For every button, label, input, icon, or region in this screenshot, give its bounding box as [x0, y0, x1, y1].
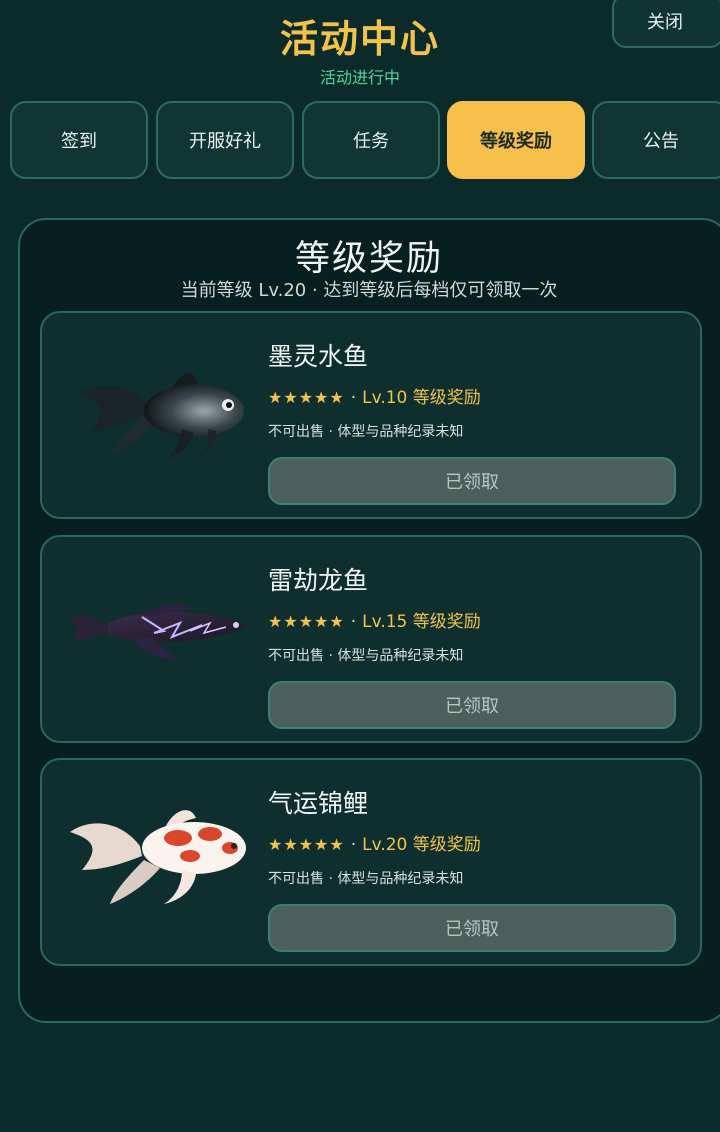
reward-level: Lv.15 等级奖励	[362, 612, 481, 632]
ink-fish-icon	[78, 372, 244, 459]
separator-dot: ·	[350, 612, 357, 632]
rarity-stars: ★★★★★	[268, 835, 345, 854]
reward-level-line: ★★★★★ · Lv.20 等级奖励	[268, 830, 481, 855]
tab-level-rewards[interactable]: 等级奖励	[447, 101, 585, 179]
separator-dot: ·	[350, 388, 357, 408]
fish-description: 不可出售 · 体型与品种纪录未知	[268, 871, 464, 887]
claimed-button[interactable]: 已领取	[268, 904, 676, 952]
separator-dot: ·	[350, 835, 357, 855]
panel-title: 等级奖励	[294, 239, 443, 279]
fish-name: 气运锦鲤	[268, 789, 369, 818]
rarity-stars: ★★★★★	[268, 388, 345, 407]
rarity-stars: ★★★★★	[268, 612, 345, 631]
tab-announcements[interactable]: 公告	[592, 101, 720, 179]
tab-sign-in[interactable]: 签到	[10, 101, 148, 179]
reward-level: Lv.10 等级奖励	[362, 388, 481, 408]
koi-fish-icon	[70, 810, 246, 904]
thunder-arowana-icon	[70, 604, 248, 659]
tab-bar: 签到 开服好礼 任务 等级奖励 公告	[10, 101, 720, 179]
reward-level-line: ★★★★★ · Lv.15 等级奖励	[268, 607, 481, 632]
fish-description: 不可出售 · 体型与品种纪录未知	[268, 424, 464, 440]
activity-status: 活动进行中	[319, 68, 400, 87]
reward-card: 雷劫龙鱼 ★★★★★ · Lv.15 等级奖励 不可出售 · 体型与品种纪录未知 已…	[40, 535, 702, 743]
tab-server-gifts[interactable]: 开服好礼	[156, 101, 294, 179]
panel-note: 当前等级 Lv.20 · 达到等级后每档仅可领取一次	[180, 280, 558, 301]
claimed-button[interactable]: 已领取	[268, 681, 676, 729]
reward-level: Lv.20 等级奖励	[362, 835, 481, 855]
reward-card: 气运锦鲤 ★★★★★ · Lv.20 等级奖励 不可出售 · 体型与品种纪录未知 已…	[40, 758, 702, 966]
claimed-button[interactable]: 已领取	[268, 457, 676, 505]
reward-level-line: ★★★★★ · Lv.10 等级奖励	[268, 383, 481, 408]
fish-description: 不可出售 · 体型与品种纪录未知	[268, 648, 464, 664]
reward-card: 墨灵水鱼 ★★★★★ · Lv.10 等级奖励 不可出售 · 体型与品种纪录未知 已…	[40, 311, 702, 519]
fish-name: 雷劫龙鱼	[268, 566, 369, 595]
fish-name: 墨灵水鱼	[268, 342, 369, 371]
close-button[interactable]: 关闭	[612, 0, 720, 48]
tab-tasks[interactable]: 任务	[302, 101, 440, 179]
